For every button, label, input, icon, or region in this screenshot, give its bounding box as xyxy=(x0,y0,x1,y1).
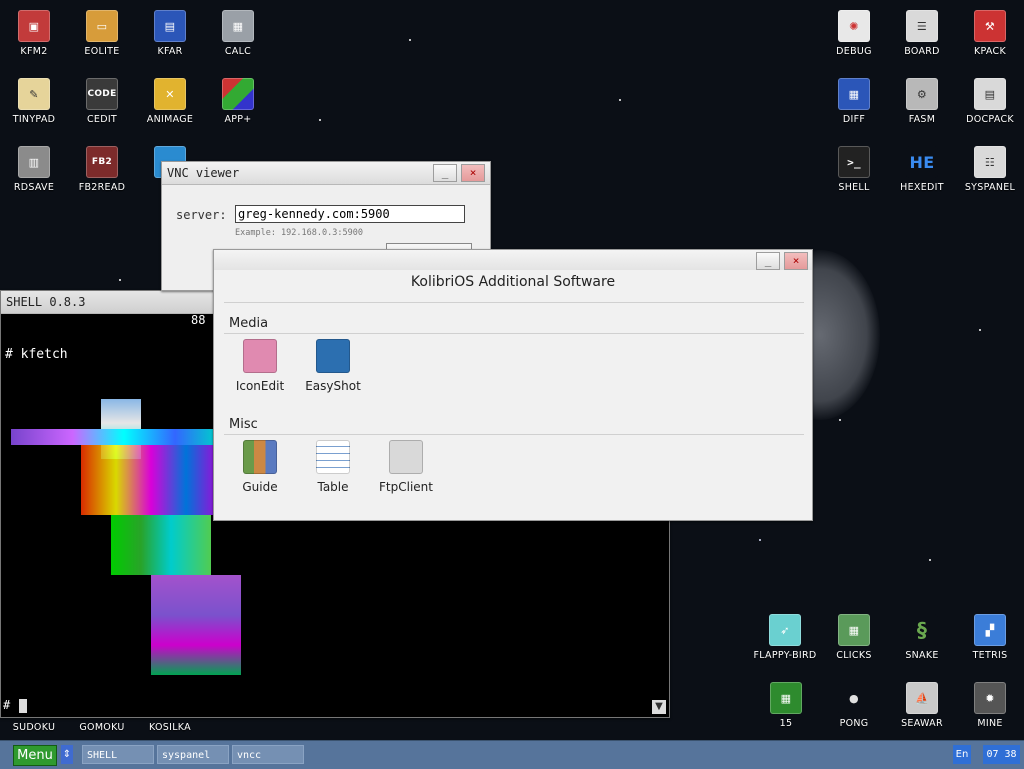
switch-icon[interactable]: ⇕ xyxy=(61,745,73,764)
docpack-icon: ▤ xyxy=(974,78,1006,110)
task-syspanel[interactable]: syspanel xyxy=(157,745,229,764)
tetris-icon: ▞ xyxy=(974,614,1006,646)
pong-icon: ● xyxy=(838,682,870,714)
divider xyxy=(224,434,804,435)
desktop-icon-debug[interactable]: ✺ DEBUG xyxy=(822,0,886,64)
desktop-icon-tinypad[interactable]: ✎ TINYPAD xyxy=(2,68,66,132)
app-iconedit[interactable]: IconEdit xyxy=(225,339,295,393)
desktop-icon-kosilka[interactable]: KOSILKA xyxy=(138,708,202,733)
terminal-icon: >_ xyxy=(838,146,870,178)
pack-icon: ⚒ xyxy=(974,10,1006,42)
desktop-icon-kpack[interactable]: ⚒ KPACK xyxy=(958,0,1022,64)
desktop-icon-clicks[interactable]: ▦ CLICKS xyxy=(822,604,886,668)
divider xyxy=(224,302,804,303)
language-indicator[interactable]: En xyxy=(953,745,971,764)
app-table[interactable]: Table xyxy=(298,440,368,494)
divider xyxy=(224,333,804,334)
snake-icon: § xyxy=(906,614,938,646)
desktop-icon-fasm[interactable]: ⚙ FASM xyxy=(890,68,954,132)
board-icon: ☰ xyxy=(906,10,938,42)
desktop-icon-animage[interactable]: ✕ ANIMAGE xyxy=(138,68,202,132)
notepad-icon: ✎ xyxy=(18,78,50,110)
sliders-icon: ☷ xyxy=(974,146,1006,178)
desktop-icon-kfm2[interactable]: ▣ KFM2 xyxy=(2,0,66,64)
ship-icon: ⛵ xyxy=(906,682,938,714)
diff-icon: ▦ xyxy=(838,78,870,110)
desktop-icon-gomoku[interactable]: GOMOKU xyxy=(70,708,134,733)
pencil-icon: ✕ xyxy=(154,78,186,110)
task-shell[interactable]: SHELL xyxy=(82,745,154,764)
hex-icon: HE xyxy=(906,146,938,178)
shell-title: SHELL 0.8.3 xyxy=(6,295,86,309)
desktop-icon-snake[interactable]: § SNAKE xyxy=(890,604,954,668)
floppy-icon: ▣ xyxy=(18,10,50,42)
book-icon: FB2 xyxy=(86,146,118,178)
desktop-icon-diff[interactable]: ▦ DIFF xyxy=(822,68,886,132)
desktop-icon-hexedit[interactable]: HE HEXEDIT xyxy=(890,136,954,200)
app-easyshot[interactable]: EasyShot xyxy=(298,339,368,393)
fifteen-icon: ▦ xyxy=(770,682,802,714)
desktop-icon-flappy-bird[interactable]: ➶ FLAPPY-BIRD xyxy=(753,604,817,668)
table-icon xyxy=(316,440,350,474)
bug-icon: ✺ xyxy=(838,10,870,42)
server-input[interactable] xyxy=(235,205,465,223)
rdsave-icon: ▥ xyxy=(18,146,50,178)
desktop-icon-calc[interactable]: ▦ CALC xyxy=(206,0,270,64)
desktop-icon-fb2read[interactable]: FB2 FB2READ xyxy=(70,136,134,200)
scroll-down-icon[interactable]: ▼ xyxy=(652,700,666,714)
app-ftpclient[interactable]: FtpClient xyxy=(371,440,441,494)
minimize-button[interactable]: _ xyxy=(756,252,780,270)
iconedit-icon xyxy=(243,339,277,373)
menu-button[interactable]: Menu xyxy=(13,745,57,766)
vnc-titlebar[interactable]: VNC viewer _ × xyxy=(162,162,490,185)
shell-command: # kfetch xyxy=(5,347,68,362)
desktop-icon-15[interactable]: ▦ 15 xyxy=(754,672,818,736)
desktop-icon-kfar[interactable]: ▤ KFAR xyxy=(138,0,202,64)
taskbar: Menu ⇕ SHELL syspanel vncc En 07 38 xyxy=(0,740,1024,769)
minimize-button[interactable]: _ xyxy=(433,164,457,182)
desktop-icon-shell[interactable]: >_ SHELL xyxy=(822,136,886,200)
close-button[interactable]: × xyxy=(784,252,808,270)
vnc-title: VNC viewer xyxy=(167,166,240,180)
desktop-icon-tetris[interactable]: ▞ TETRIS xyxy=(958,604,1022,668)
server-example-hint: Example: 192.168.0.3:5900 xyxy=(235,228,363,238)
desktop-icon-board[interactable]: ☰ BOARD xyxy=(890,0,954,64)
section-misc: Misc xyxy=(229,417,258,432)
software-titlebar[interactable]: _ × xyxy=(214,250,812,270)
fasm-icon: ⚙ xyxy=(906,78,938,110)
books-icon xyxy=(243,440,277,474)
section-media: Media xyxy=(229,316,269,331)
ftp-icon xyxy=(389,440,423,474)
mine-icon: ✹ xyxy=(974,682,1006,714)
desktop-icon-syspanel[interactable]: ☷ SYSPANEL xyxy=(958,136,1022,200)
calculator-icon: ▦ xyxy=(222,10,254,42)
additional-software-window[interactable]: _ × KolibriOS Additional Software Media … xyxy=(213,249,813,521)
desktop-icon-seawar[interactable]: ⛵ SEAWAR xyxy=(890,672,954,736)
server-label: server: xyxy=(176,208,227,222)
kfetch-logo xyxy=(11,399,241,689)
desktop-icon-mine[interactable]: ✹ MINE xyxy=(958,672,1022,736)
clicks-icon: ▦ xyxy=(838,614,870,646)
desktop-icon-eolite[interactable]: ▭ EOLITE xyxy=(70,0,134,64)
desktop-icon-cedit[interactable]: CODE CEDIT xyxy=(70,68,134,132)
desktop-icon-pong[interactable]: ● PONG xyxy=(822,672,886,736)
desktop-icon-rdsave[interactable]: ▥ RDSAVE xyxy=(2,136,66,200)
kfar-icon: ▤ xyxy=(154,10,186,42)
easyshot-icon xyxy=(316,339,350,373)
clock[interactable]: 07 38 xyxy=(983,745,1020,764)
bird-icon: ➶ xyxy=(769,614,801,646)
folder-icon: ▭ xyxy=(86,10,118,42)
app-guide[interactable]: Guide xyxy=(225,440,295,494)
code-icon: CODE xyxy=(86,78,118,110)
close-button[interactable]: × xyxy=(461,164,485,182)
desktop-icon-sudoku[interactable]: SUDOKU xyxy=(2,708,66,733)
task-vncc[interactable]: vncc xyxy=(232,745,304,764)
desktop-icon-app-plus[interactable]: APP+ xyxy=(206,68,270,132)
software-heading: KolibriOS Additional Software xyxy=(410,274,616,290)
rubik-icon xyxy=(222,78,254,110)
shell-top-number: 88 xyxy=(191,313,206,327)
desktop-icon-docpack[interactable]: ▤ DOCPACK xyxy=(958,68,1022,132)
